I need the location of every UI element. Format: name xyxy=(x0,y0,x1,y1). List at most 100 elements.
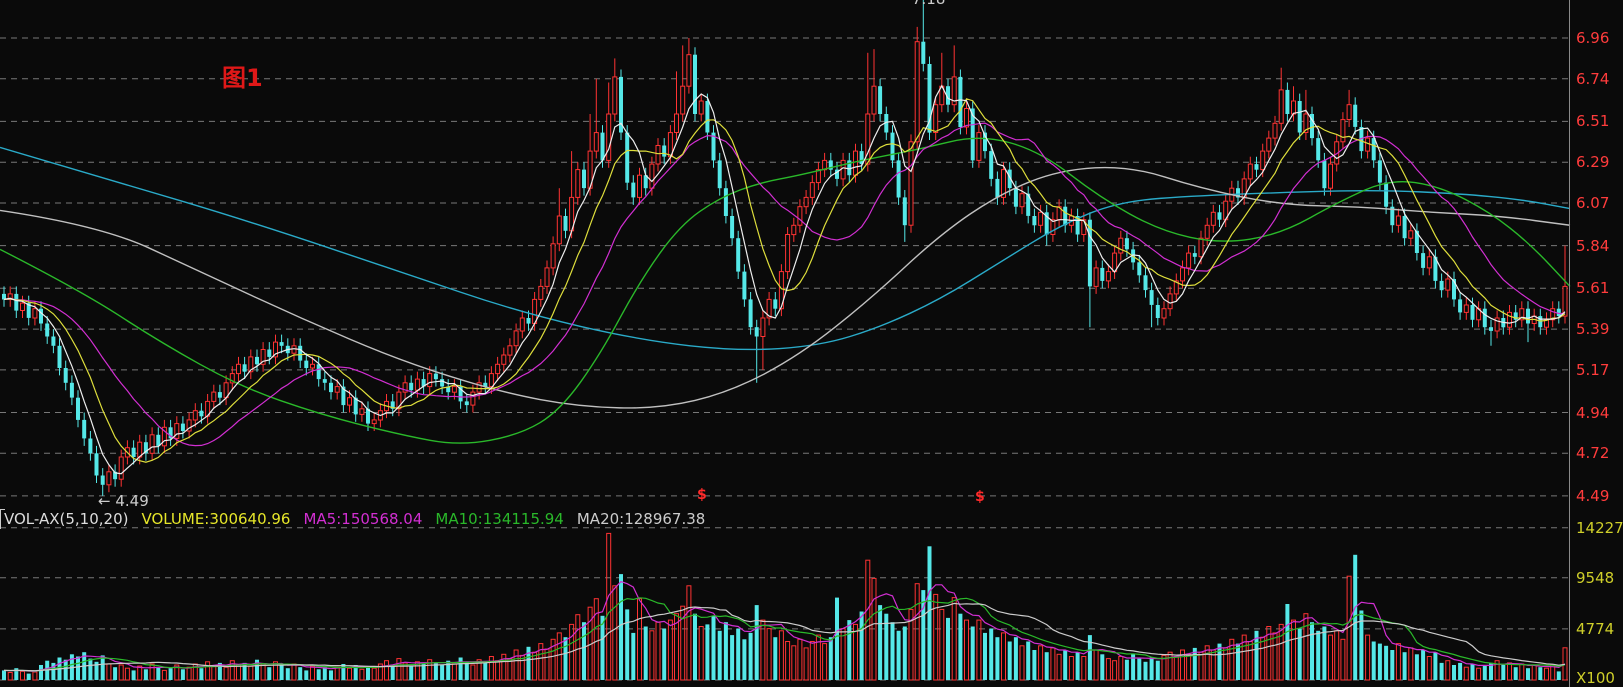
volume-bar[interactable] xyxy=(348,668,352,680)
volume-bar[interactable] xyxy=(144,669,148,680)
volume-bar[interactable] xyxy=(440,665,444,680)
volume-bar[interactable] xyxy=(576,615,580,680)
candle[interactable] xyxy=(206,394,210,424)
volume-bar[interactable] xyxy=(1335,631,1339,680)
volume-bar[interactable] xyxy=(323,667,327,680)
candle[interactable] xyxy=(675,71,679,140)
candle[interactable] xyxy=(255,350,259,372)
volume-bar[interactable] xyxy=(557,633,561,680)
candle[interactable] xyxy=(1341,112,1345,149)
candle[interactable] xyxy=(1526,301,1530,342)
candle[interactable] xyxy=(810,175,814,205)
volume-bar[interactable] xyxy=(1279,624,1283,680)
volume-bar[interactable] xyxy=(249,666,253,680)
volume-bar[interactable] xyxy=(489,657,493,681)
volume-bar[interactable] xyxy=(33,672,37,680)
volume-bar[interactable] xyxy=(619,574,623,680)
volume-bar[interactable] xyxy=(360,669,364,680)
candle[interactable] xyxy=(1298,94,1302,140)
candle[interactable] xyxy=(323,372,327,391)
volume-bar[interactable] xyxy=(940,609,944,680)
volume-bar[interactable] xyxy=(958,614,962,680)
candle[interactable] xyxy=(150,427,154,460)
volume-bar[interactable] xyxy=(1390,650,1394,680)
candle[interactable] xyxy=(422,372,426,394)
candle[interactable] xyxy=(749,292,753,335)
volume-bar[interactable] xyxy=(1433,652,1437,680)
volume-bar[interactable] xyxy=(1199,652,1203,680)
volume-bar[interactable] xyxy=(1150,658,1154,681)
volume-bar[interactable] xyxy=(662,629,666,680)
candle[interactable] xyxy=(1211,205,1215,233)
candle[interactable] xyxy=(1545,312,1549,334)
volume-bar[interactable] xyxy=(613,586,617,680)
candle[interactable] xyxy=(718,153,722,196)
volume-bar[interactable] xyxy=(1144,662,1148,680)
volume-bar[interactable] xyxy=(286,668,290,680)
candle[interactable] xyxy=(1285,83,1289,122)
candle[interactable] xyxy=(761,311,765,370)
volume-bar[interactable] xyxy=(113,667,117,680)
volume-bar[interactable] xyxy=(736,629,740,680)
volume-bar[interactable] xyxy=(1057,654,1061,680)
volume-bar[interactable] xyxy=(749,633,753,680)
candle[interactable] xyxy=(514,324,518,354)
volume-bar[interactable] xyxy=(1051,648,1055,680)
candle[interactable] xyxy=(557,188,561,251)
candle[interactable] xyxy=(829,153,833,177)
candle[interactable] xyxy=(113,464,117,486)
candle[interactable] xyxy=(594,79,598,159)
volume-bar[interactable] xyxy=(786,642,790,681)
volume-bar[interactable] xyxy=(705,624,709,680)
candle[interactable] xyxy=(662,138,666,164)
candle[interactable] xyxy=(64,361,68,391)
volume-bar[interactable] xyxy=(317,669,321,680)
volume-bar[interactable] xyxy=(1156,661,1160,680)
volume-bar[interactable] xyxy=(107,664,111,680)
volume-bar[interactable] xyxy=(989,629,993,680)
candle[interactable] xyxy=(699,94,703,122)
candle[interactable] xyxy=(1193,246,1197,265)
volume-bar[interactable] xyxy=(101,655,105,680)
volume-bar[interactable] xyxy=(459,658,463,681)
volume-bar[interactable] xyxy=(1119,657,1123,681)
candle[interactable] xyxy=(1495,311,1499,339)
candle[interactable] xyxy=(613,58,617,121)
volume-bar[interactable] xyxy=(1298,629,1302,680)
volume-bar[interactable] xyxy=(1501,665,1505,680)
candle[interactable] xyxy=(1483,301,1487,334)
candle[interactable] xyxy=(280,335,284,354)
volume-bar[interactable] xyxy=(903,627,907,681)
candle[interactable] xyxy=(841,153,845,186)
volume-bar[interactable] xyxy=(446,661,450,680)
candle[interactable] xyxy=(95,446,99,483)
volume-bar[interactable] xyxy=(878,605,882,680)
candle[interactable] xyxy=(70,375,74,405)
candle[interactable] xyxy=(958,70,962,135)
candle[interactable] xyxy=(681,45,685,121)
candle[interactable] xyxy=(983,125,987,158)
volume-bar[interactable] xyxy=(1310,622,1314,680)
candle[interactable] xyxy=(82,413,86,446)
volume-bar[interactable] xyxy=(1526,668,1530,680)
volume-bar[interactable] xyxy=(1440,663,1444,680)
volume-bar[interactable] xyxy=(2,670,6,680)
candle[interactable] xyxy=(1113,246,1117,279)
candle[interactable] xyxy=(736,231,740,279)
volume-bar[interactable] xyxy=(792,646,796,680)
candle[interactable] xyxy=(1421,246,1425,276)
volume-bar[interactable] xyxy=(631,633,635,680)
candle[interactable] xyxy=(1464,298,1468,320)
candle[interactable] xyxy=(798,199,802,232)
volume-bar[interactable] xyxy=(971,627,975,681)
candle[interactable] xyxy=(237,357,241,381)
volume-bar[interactable] xyxy=(150,664,154,680)
volume-bar[interactable] xyxy=(1168,652,1172,680)
volume-bar[interactable] xyxy=(8,673,12,681)
volume-bar[interactable] xyxy=(119,665,123,680)
volume-bar[interactable] xyxy=(607,533,611,680)
volume-bar[interactable] xyxy=(1125,660,1129,680)
volume-bar[interactable] xyxy=(928,546,932,680)
volume-bar[interactable] xyxy=(755,605,759,680)
candle[interactable] xyxy=(767,292,771,325)
